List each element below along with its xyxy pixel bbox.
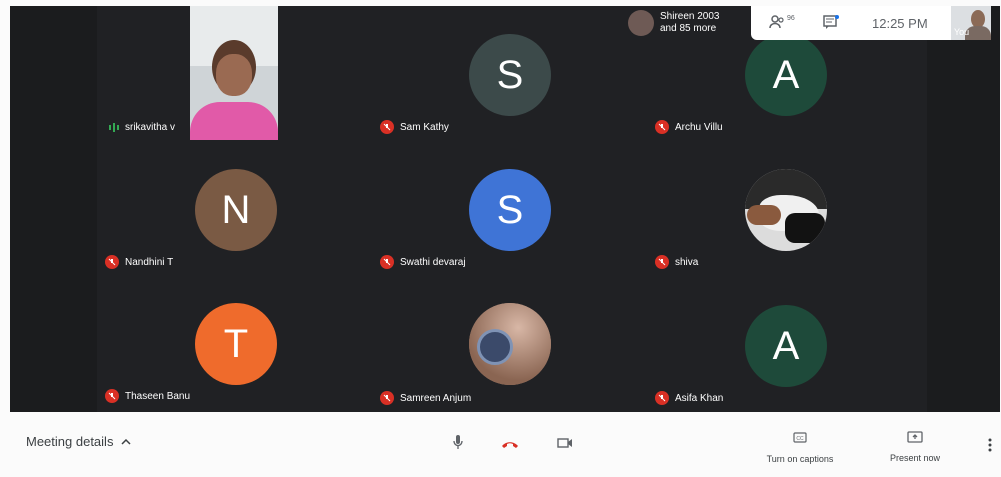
participant-name: Archu Villu bbox=[675, 121, 723, 133]
chat-icon bbox=[823, 15, 839, 29]
avatar: A bbox=[745, 305, 827, 387]
more-options-button[interactable] bbox=[988, 438, 992, 457]
avatar: N bbox=[195, 169, 277, 251]
mic-off-icon bbox=[105, 255, 119, 269]
participant-tile-srikavitha[interactable]: srikavitha v bbox=[97, 6, 372, 141]
avatar-photo bbox=[469, 303, 551, 385]
meeting-stage: srikavitha v S Sam Kathy A Archu Villu N… bbox=[10, 6, 1000, 412]
participant-video bbox=[190, 6, 278, 140]
more-participants-first: Shireen 2003 bbox=[660, 11, 720, 22]
avatar: S bbox=[469, 34, 551, 116]
participant-name-row: Samreen Anjum bbox=[380, 391, 471, 405]
self-view-label: You bbox=[954, 27, 970, 37]
participant-name: Nandhini T bbox=[125, 256, 174, 268]
avatar-photo bbox=[745, 169, 827, 251]
top-controls: 96 12:25 PM bbox=[751, 6, 951, 40]
participant-name: srikavitha v bbox=[125, 122, 176, 133]
captions-icon: CC bbox=[793, 432, 807, 443]
mic-off-icon bbox=[380, 120, 394, 134]
mic-off-icon bbox=[655, 120, 669, 134]
mic-off-icon bbox=[380, 391, 394, 405]
more-vert-icon bbox=[988, 438, 992, 452]
camera-icon bbox=[557, 438, 572, 448]
people-icon bbox=[769, 15, 784, 29]
mic-off-icon bbox=[380, 255, 394, 269]
participant-name-row: Thaseen Banu bbox=[105, 389, 190, 403]
participant-name-row: srikavitha v bbox=[109, 122, 175, 133]
participant-tile-swathi[interactable]: S Swathi devaraj bbox=[372, 143, 647, 278]
people-button[interactable]: 96 bbox=[769, 15, 795, 29]
participant-tile-shiva[interactable]: shiva bbox=[647, 143, 922, 278]
avatar: S bbox=[469, 169, 551, 251]
camera-button[interactable] bbox=[557, 436, 573, 454]
participant-name-row: shiva bbox=[655, 255, 698, 269]
captions-label: Turn on captions bbox=[766, 454, 834, 464]
captions-button[interactable]: CC Turn on captions bbox=[760, 430, 840, 464]
participant-name-row: Sam Kathy bbox=[380, 120, 449, 134]
participant-tile-nandhini[interactable]: N Nandhini T bbox=[97, 143, 372, 278]
microphone-icon bbox=[453, 435, 463, 449]
present-label: Present now bbox=[889, 453, 941, 463]
participant-name: shiva bbox=[675, 256, 699, 268]
svg-text:CC: CC bbox=[796, 436, 804, 442]
meeting-clock: 12:25 PM bbox=[872, 16, 928, 31]
avatar bbox=[628, 10, 654, 36]
participant-name: Samreen Anjum bbox=[400, 392, 472, 404]
participant-name-row: Archu Villu bbox=[655, 120, 723, 134]
participant-name-row: Swathi devaraj bbox=[380, 255, 466, 269]
participant-name: Thaseen Banu bbox=[125, 390, 191, 402]
meeting-details-label: Meeting details bbox=[26, 434, 114, 449]
participant-tile-samreen[interactable]: Samreen Anjum bbox=[372, 277, 647, 412]
avatar: A bbox=[745, 34, 827, 116]
participant-tile-sam[interactable]: S Sam Kathy bbox=[372, 6, 647, 141]
chat-button[interactable] bbox=[823, 15, 839, 35]
self-view[interactable]: You bbox=[951, 6, 991, 40]
participant-name: Swathi devaraj bbox=[400, 256, 466, 268]
mic-off-icon bbox=[655, 255, 669, 269]
end-call-button[interactable] bbox=[500, 437, 520, 455]
hang-up-icon bbox=[502, 442, 518, 448]
speaking-icon bbox=[109, 123, 119, 132]
more-participants-count: and 85 more bbox=[660, 23, 717, 34]
participant-name: Sam Kathy bbox=[400, 121, 449, 133]
participant-name-row: Asifa Khan bbox=[655, 391, 723, 405]
mic-off-icon bbox=[105, 389, 119, 403]
participant-tile-thaseen[interactable]: T Thaseen Banu bbox=[97, 277, 372, 412]
people-count: 96 bbox=[787, 15, 795, 22]
chevron-up-icon bbox=[121, 438, 131, 445]
participant-tile-asifa[interactable]: A Asifa Khan bbox=[647, 277, 922, 412]
meeting-details-button[interactable]: Meeting details bbox=[26, 434, 131, 449]
more-participants[interactable]: Shireen 2003 and 85 more bbox=[628, 10, 720, 36]
mic-off-icon bbox=[655, 391, 669, 405]
avatar: T bbox=[195, 303, 277, 385]
present-button[interactable]: Present now bbox=[880, 430, 950, 463]
participant-name: Asifa Khan bbox=[675, 392, 724, 404]
present-screen-icon bbox=[907, 431, 923, 443]
bottom-toolbar: Meeting details CC Turn on captions Pres… bbox=[0, 412, 1001, 477]
microphone-button[interactable] bbox=[452, 434, 464, 455]
participant-name-row: Nandhini T bbox=[105, 255, 173, 269]
